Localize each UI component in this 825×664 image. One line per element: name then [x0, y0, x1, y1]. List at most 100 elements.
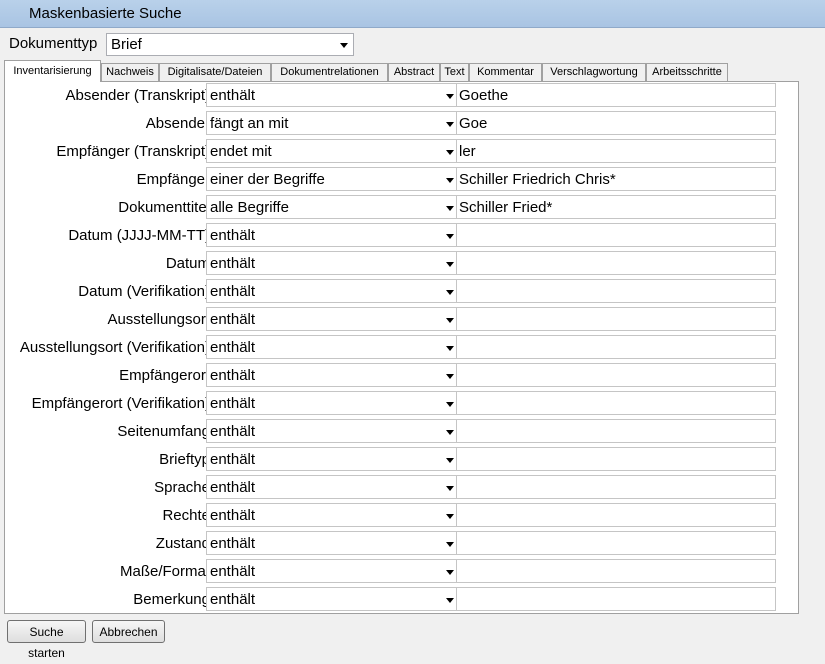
chevron-down-icon — [446, 570, 454, 575]
search-term-input[interactable] — [456, 363, 776, 387]
search-term-input[interactable]: Schiller Friedrich Chris* — [456, 167, 776, 191]
operator-value: enthält — [210, 507, 256, 524]
operator-value: enthält — [210, 311, 256, 328]
chevron-down-icon — [446, 150, 454, 155]
chevron-down-icon — [446, 206, 454, 211]
chevron-down-icon — [446, 598, 454, 603]
field-label: Bemerkung — [133, 591, 210, 608]
operator-select[interactable]: enthält — [206, 251, 458, 275]
search-term-input[interactable] — [456, 447, 776, 471]
field-label: Empfängerort — [119, 367, 210, 384]
search-term-value: Schiller Friedrich Chris* — [459, 171, 616, 188]
operator-select[interactable]: fängt an mit — [206, 111, 458, 135]
operator-select[interactable]: enthält — [206, 503, 458, 527]
operator-select[interactable]: alle Begriffe — [206, 195, 458, 219]
search-term-input[interactable] — [456, 335, 776, 359]
operator-select[interactable]: enthält — [206, 307, 458, 331]
operator-select[interactable]: enthält — [206, 223, 458, 247]
field-label: Zustand — [155, 535, 210, 552]
tab-arbeitsschritte[interactable]: Arbeitsschritte — [646, 63, 728, 81]
operator-select[interactable]: enthält — [206, 531, 458, 555]
search-row: Maße/Format enthält — [5, 559, 800, 583]
chevron-down-icon — [446, 402, 454, 407]
cancel-button[interactable]: Abbrechen — [92, 620, 165, 643]
operator-value: enthält — [210, 423, 256, 440]
tab-abstract[interactable]: Abstract — [388, 63, 440, 81]
search-term-input[interactable]: ler — [456, 139, 776, 163]
search-row: Ausstellungsort enthält — [5, 307, 800, 331]
tab-nachweis[interactable]: Nachweis — [101, 63, 159, 81]
chevron-down-icon — [446, 486, 454, 491]
tab-text[interactable]: Text — [440, 63, 469, 81]
search-row: Empfängerort enthält — [5, 363, 800, 387]
field-label: Dokumenttitel — [118, 199, 210, 216]
field-label: Empfänger (Transkript) — [56, 143, 210, 160]
search-term-input[interactable] — [456, 559, 776, 583]
tab-verschlagwortung[interactable]: Verschlagwortung — [542, 63, 646, 81]
operator-select[interactable]: enthält — [206, 475, 458, 499]
operator-value: enthält — [210, 255, 256, 272]
search-term-input[interactable]: Goe — [456, 111, 776, 135]
field-label: Brieftyp — [159, 451, 210, 468]
operator-select[interactable]: enthält — [206, 279, 458, 303]
operator-select[interactable]: enthält — [206, 419, 458, 443]
tab-dokumentrelationen[interactable]: Dokumentrelationen — [271, 63, 388, 81]
operator-select[interactable]: einer der Begriffe — [206, 167, 458, 191]
tab-digitalisate-dateien[interactable]: Digitalisate/Dateien — [159, 63, 271, 81]
search-term-value: ler — [459, 143, 476, 160]
search-term-input[interactable] — [456, 475, 776, 499]
tab-inventarisierung[interactable]: Inventarisierung — [4, 60, 101, 82]
doctype-value: Brief — [111, 36, 142, 53]
tab-kommentar[interactable]: Kommentar — [469, 63, 542, 81]
chevron-down-icon — [446, 514, 454, 519]
operator-select[interactable]: enthält — [206, 559, 458, 583]
chevron-down-icon — [446, 374, 454, 379]
operator-value: enthält — [210, 367, 256, 384]
search-row: Sprache enthält — [5, 475, 800, 499]
search-term-input[interactable] — [456, 223, 776, 247]
operator-select[interactable]: enthält — [206, 335, 458, 359]
search-term-input[interactable] — [456, 503, 776, 527]
operator-value: alle Begriffe — [210, 199, 289, 216]
field-label: Absender — [145, 115, 210, 132]
operator-value: enthält — [210, 535, 256, 552]
operator-select[interactable]: enthält — [206, 447, 458, 471]
search-term-input[interactable]: Goethe — [456, 83, 776, 107]
search-term-input[interactable] — [456, 391, 776, 415]
search-row: Bemerkung enthält — [5, 587, 800, 611]
search-term-input[interactable] — [456, 419, 776, 443]
operator-select[interactable]: enthält — [206, 587, 458, 611]
field-label: Datum (JJJJ-MM-TT) — [68, 227, 210, 244]
search-term-input[interactable]: Schiller Fried* — [456, 195, 776, 219]
field-label: Absender (Transkript) — [65, 87, 211, 104]
operator-value: enthält — [210, 479, 256, 496]
field-label: Empfänger — [136, 171, 210, 188]
field-label: Sprache — [154, 479, 210, 496]
search-term-input[interactable] — [456, 307, 776, 331]
chevron-down-icon — [446, 318, 454, 323]
doctype-select[interactable]: Brief — [106, 33, 354, 56]
operator-select[interactable]: enthält — [206, 391, 458, 415]
search-term-input[interactable] — [456, 531, 776, 555]
window-title-bar: Maskenbasierte Suche — [0, 0, 825, 28]
operator-value: enthält — [210, 339, 256, 356]
operator-value: enthält — [210, 395, 256, 412]
chevron-down-icon — [446, 94, 454, 99]
search-row: Empfänger einer der Begriffe Schiller Frie… — [5, 167, 800, 191]
search-row: Empfänger (Transkript) endet mit ler — [5, 139, 800, 163]
operator-select[interactable]: endet mit — [206, 139, 458, 163]
operator-value: endet mit — [210, 143, 272, 160]
search-term-input[interactable] — [456, 587, 776, 611]
search-term-input[interactable] — [456, 279, 776, 303]
operator-select[interactable]: enthält — [206, 363, 458, 387]
search-row: Brieftyp enthält — [5, 447, 800, 471]
search-term-input[interactable] — [456, 251, 776, 275]
operator-value: fängt an mit — [210, 115, 289, 132]
operator-select[interactable]: enthält — [206, 83, 458, 107]
field-label: Ausstellungsort (Verifikation) — [19, 339, 210, 356]
search-row: Datum (JJJJ-MM-TT) enthält — [5, 223, 800, 247]
search-term-value: Goe — [459, 115, 488, 132]
start-search-button[interactable]: Suche starten — [7, 620, 86, 660]
search-row: Zustand enthält — [5, 531, 800, 555]
operator-value: einer der Begriffe — [210, 171, 325, 188]
